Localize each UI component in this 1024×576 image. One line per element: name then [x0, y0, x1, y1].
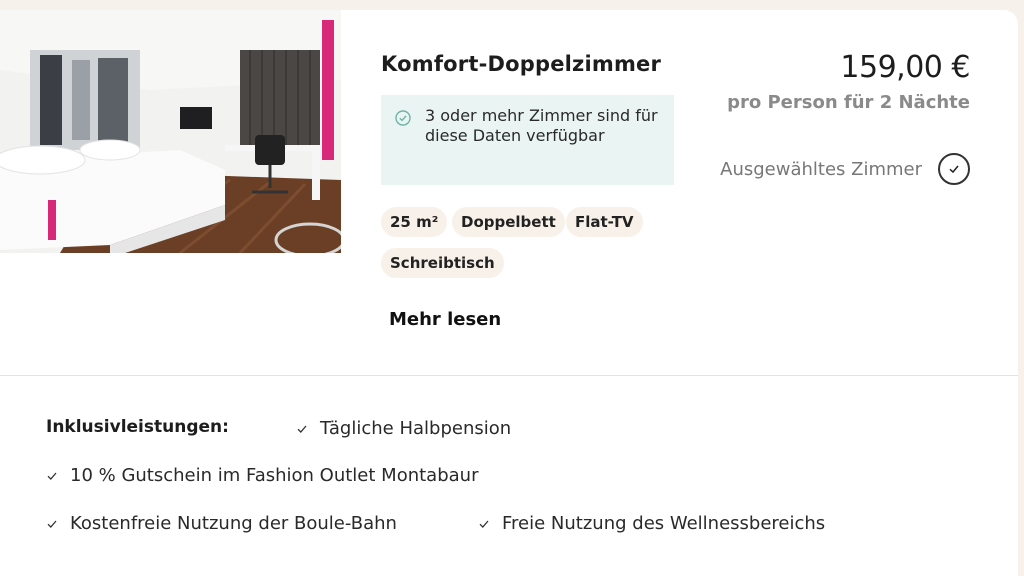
- inclusion-item-boule: Kostenfreie Nutzung der Boule-Bahn: [46, 513, 397, 534]
- check-icon: [479, 520, 489, 528]
- section-divider: [0, 375, 1018, 376]
- selected-room-control[interactable]: Ausgewähltes Zimmer: [720, 151, 970, 187]
- inclusion-item-half-board: Tägliche Halbpension: [296, 418, 511, 439]
- inclusion-text: 10 % Gutschein im Fashion Outlet Montaba…: [70, 465, 479, 486]
- check-circle-icon: [395, 110, 411, 126]
- room-card: Komfort-Doppelzimmer 3 oder mehr Zimmer …: [0, 10, 1018, 576]
- room-title: Komfort-Doppelzimmer: [381, 52, 662, 76]
- check-icon: [949, 165, 959, 174]
- feature-tag-size: 25 m²: [381, 207, 448, 237]
- room-photo[interactable]: [0, 10, 341, 253]
- selected-room-button[interactable]: [938, 153, 970, 185]
- selected-room-label: Ausgewähltes Zimmer: [720, 158, 922, 180]
- availability-text: 3 oder mehr Zimmer sind für diese Daten …: [425, 106, 658, 145]
- inclusion-item-voucher: 10 % Gutschein im Fashion Outlet Montaba…: [46, 465, 478, 486]
- check-icon: [47, 520, 57, 528]
- inclusion-text: Tägliche Halbpension: [320, 418, 512, 439]
- feature-tag-bed: Doppelbett: [452, 207, 565, 237]
- read-more-link[interactable]: Mehr lesen: [389, 309, 501, 330]
- inclusions-heading: Inklusivleistungen:: [46, 417, 229, 437]
- price-note: pro Person für 2 Nächte: [727, 92, 970, 113]
- hotel-room-image: [0, 10, 341, 253]
- feature-tag-tv: Flat-TV: [566, 207, 643, 237]
- availability-notice: 3 oder mehr Zimmer sind für diese Daten …: [381, 95, 674, 185]
- inclusion-text: Kostenfreie Nutzung der Boule-Bahn: [70, 513, 397, 534]
- feature-tag-desk: Schreibtisch: [381, 248, 504, 278]
- inclusion-text: Freie Nutzung des Wellnessbereichs: [502, 513, 826, 534]
- check-icon: [297, 425, 307, 433]
- room-price: 159,00 €: [840, 50, 970, 85]
- check-icon: [47, 472, 57, 480]
- inclusion-item-wellness: Freie Nutzung des Wellnessbereichs: [478, 513, 825, 534]
